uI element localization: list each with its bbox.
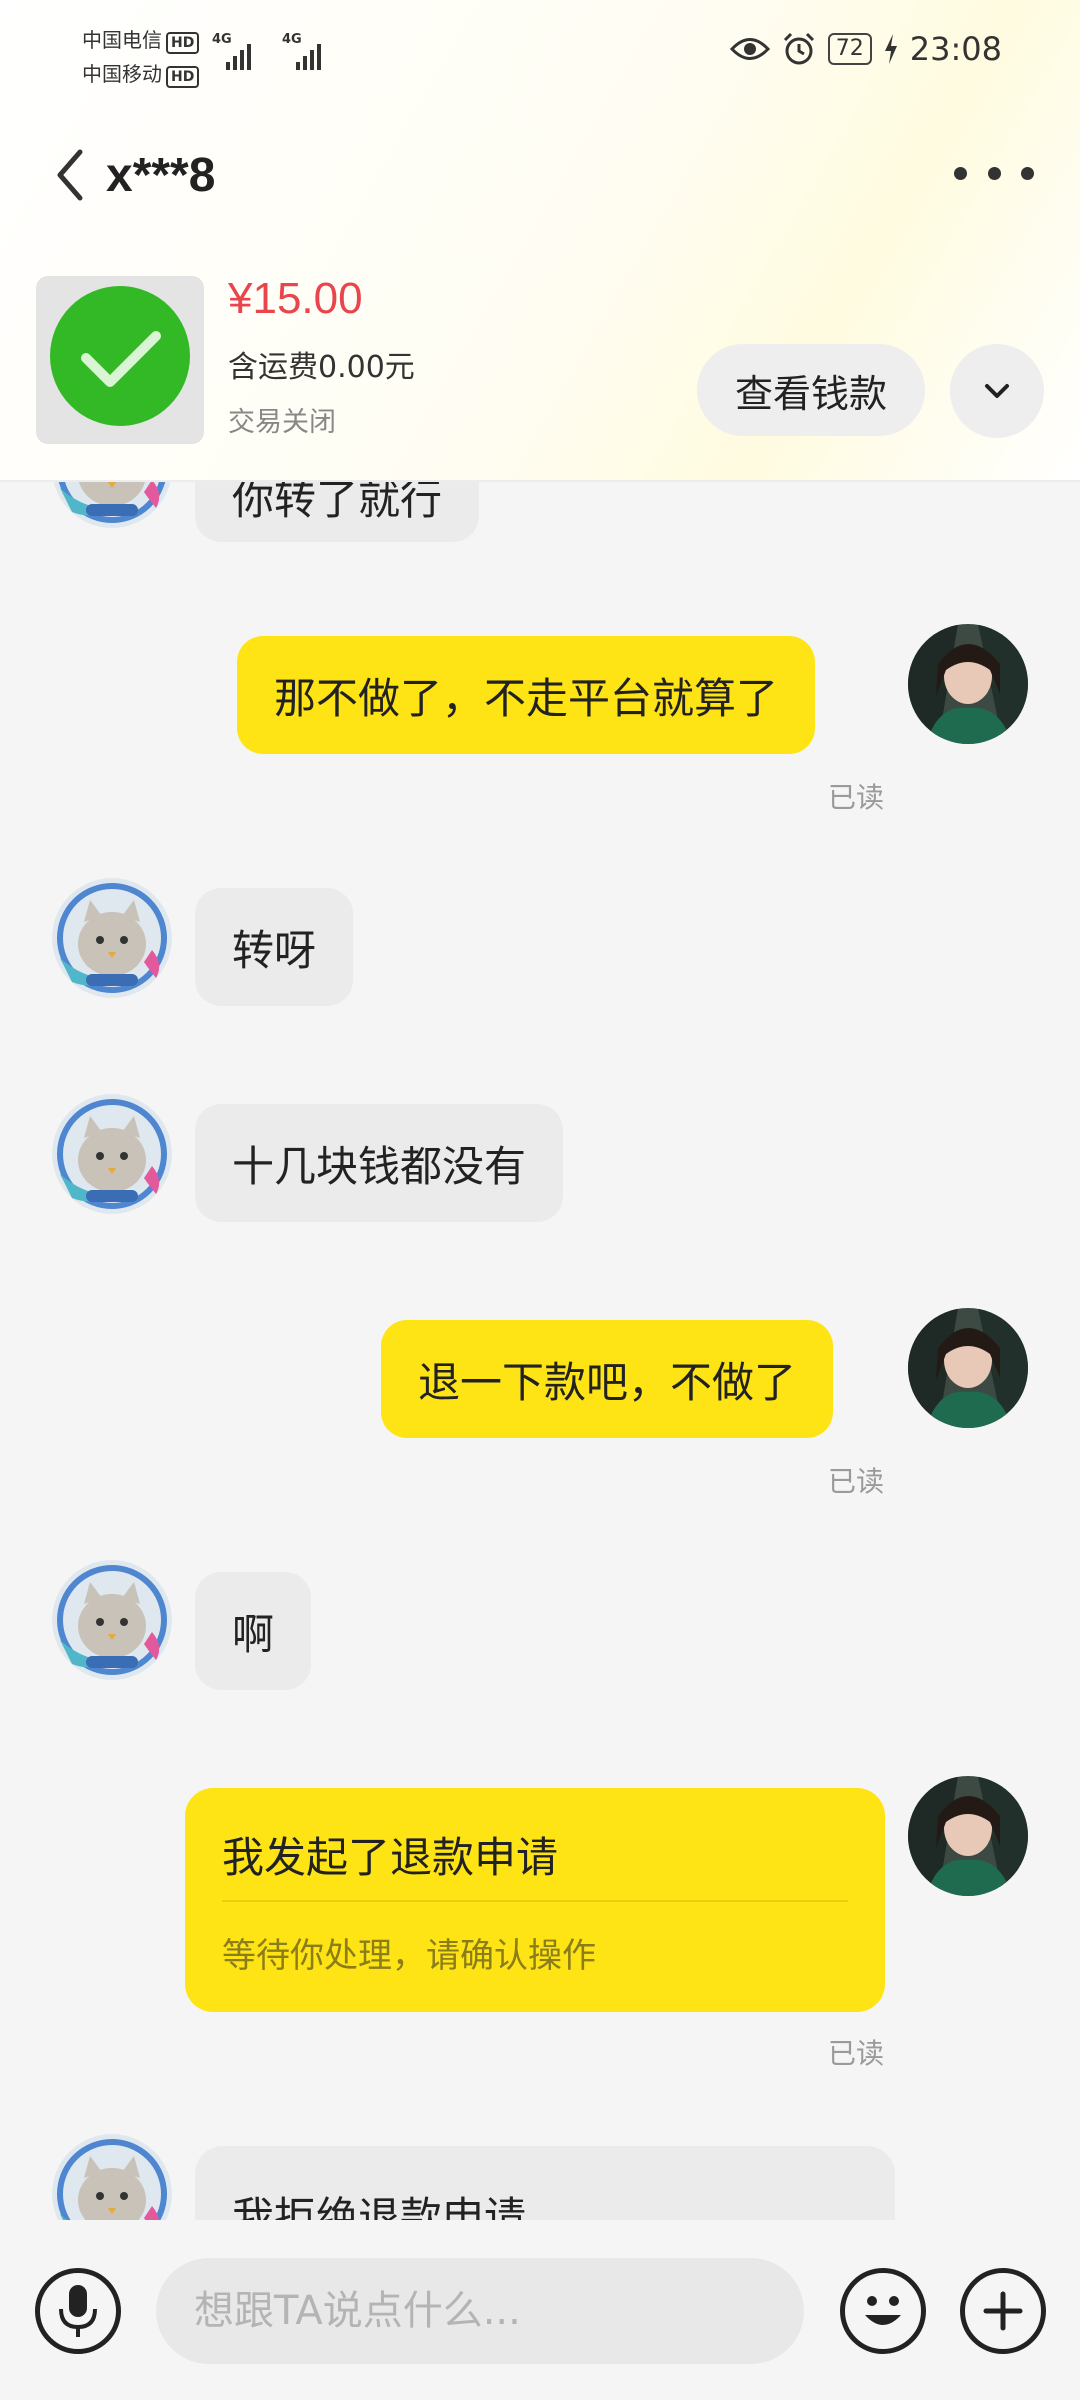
carrier-label-1: 中国电信 HD bbox=[82, 24, 200, 54]
plus-icon bbox=[983, 2291, 1023, 2331]
contact-avatar[interactable] bbox=[52, 1094, 172, 1214]
message-text: 十几块钱都没有 bbox=[232, 1141, 527, 1191]
back-button[interactable] bbox=[46, 140, 106, 210]
message-bubble-received[interactable]: 啊 bbox=[195, 1572, 312, 1690]
message-text: 转呀 bbox=[232, 925, 317, 975]
order-thumbnail[interactable] bbox=[36, 276, 204, 444]
order-price: ¥15.00 bbox=[228, 274, 363, 323]
smiley-icon bbox=[865, 2296, 901, 2325]
view-payment-button[interactable]: 查看钱款 bbox=[697, 344, 925, 436]
reject-card-title: 我拒绝退款申请 bbox=[232, 2193, 527, 2220]
order-card[interactable]: ¥15.00 含运费0.00元 交易关闭 查看钱款 bbox=[0, 270, 1080, 470]
message-text: 退一下款吧，不做了 bbox=[418, 1357, 797, 1407]
more-actions-button[interactable] bbox=[960, 2268, 1046, 2354]
voice-input-button[interactable] bbox=[35, 2268, 121, 2354]
cat-avatar-icon bbox=[52, 878, 172, 998]
contact-avatar[interactable] bbox=[52, 878, 172, 998]
signal-strength-icon: 4G bbox=[282, 32, 330, 70]
emoji-button[interactable] bbox=[840, 2268, 926, 2354]
user-photo-avatar-icon bbox=[908, 1776, 1028, 1896]
user-photo-avatar-icon bbox=[908, 1308, 1028, 1428]
carrier-name: 中国移动 bbox=[82, 62, 162, 86]
clock-time: 23:08 bbox=[909, 30, 1002, 68]
trade-status: 交易关闭 bbox=[228, 407, 336, 438]
shipping-fee: 含运费0.00元 bbox=[228, 350, 415, 385]
status-right-group: 72 23:08 bbox=[729, 30, 1002, 68]
carrier-label-2: 中国移动 HD bbox=[82, 58, 200, 88]
hd-badge: HD bbox=[166, 66, 200, 88]
refund-card-subtitle: 等待你处理，请确认操作 bbox=[222, 1936, 596, 1976]
my-avatar[interactable] bbox=[908, 1776, 1028, 1896]
message-bubble-sent[interactable]: 退一下款吧，不做了 bbox=[381, 1320, 834, 1438]
refund-card-title: 我发起了退款申请 bbox=[222, 1833, 559, 1882]
expand-button[interactable] bbox=[950, 344, 1044, 438]
alarm-icon bbox=[783, 32, 814, 65]
cat-avatar-icon bbox=[52, 1560, 172, 1680]
read-receipt: 已读 bbox=[828, 1465, 885, 1498]
checkmark-icon bbox=[50, 286, 190, 426]
refund-reject-card[interactable]: 我拒绝退款申请 bbox=[195, 2146, 895, 2220]
signal-strength-icon: 4G bbox=[212, 32, 260, 70]
read-receipt: 已读 bbox=[828, 2037, 885, 2070]
contact-avatar[interactable] bbox=[52, 2134, 172, 2220]
read-receipt: 已读 bbox=[828, 781, 885, 814]
refund-request-card[interactable]: 我发起了退款申请 等待你处理，请确认操作 bbox=[185, 1788, 885, 2012]
cat-avatar-icon bbox=[52, 1094, 172, 1214]
more-options-button[interactable] bbox=[954, 148, 1034, 198]
card-divider bbox=[222, 1900, 848, 1902]
message-bubble-received[interactable]: 转呀 bbox=[195, 888, 354, 1006]
battery-level: 72 bbox=[827, 33, 872, 65]
chevron-left-icon bbox=[57, 149, 83, 201]
message-text: 啊 bbox=[232, 1609, 275, 1659]
cat-avatar-icon bbox=[52, 2134, 172, 2220]
contact-name: x***8 bbox=[106, 149, 216, 202]
carrier-name: 中国电信 bbox=[82, 28, 162, 52]
eye-icon bbox=[729, 38, 770, 60]
my-avatar[interactable] bbox=[908, 1308, 1028, 1428]
chevron-down-icon bbox=[985, 384, 1009, 398]
status-bar: 中国电信 HD 中国移动 HD 4G 4G 72 23:08 bbox=[0, 0, 1080, 110]
hd-badge: HD bbox=[166, 32, 200, 54]
message-input-bar bbox=[0, 2220, 1080, 2400]
user-photo-avatar-icon bbox=[908, 624, 1028, 744]
dot-icon bbox=[987, 166, 1001, 180]
dot-icon bbox=[1021, 166, 1034, 180]
message-text: 那不做了，不走平台就算了 bbox=[274, 673, 779, 723]
chat-header: x***8 bbox=[0, 120, 1080, 230]
signal-indicators: 4G 4G bbox=[212, 32, 330, 70]
charging-icon bbox=[884, 34, 897, 64]
top-header-area: 中国电信 HD 中国移动 HD 4G 4G 72 23:08 x***8 ¥15… bbox=[0, 0, 1080, 482]
dot-icon bbox=[954, 166, 967, 180]
message-bubble-received[interactable]: 十几块钱都没有 bbox=[195, 1104, 564, 1222]
message-input[interactable] bbox=[156, 2258, 804, 2364]
message-bubble-sent[interactable]: 那不做了，不走平台就算了 bbox=[237, 636, 816, 754]
microphone-icon bbox=[59, 2285, 97, 2337]
contact-avatar[interactable] bbox=[52, 1560, 172, 1680]
my-avatar[interactable] bbox=[908, 624, 1028, 744]
